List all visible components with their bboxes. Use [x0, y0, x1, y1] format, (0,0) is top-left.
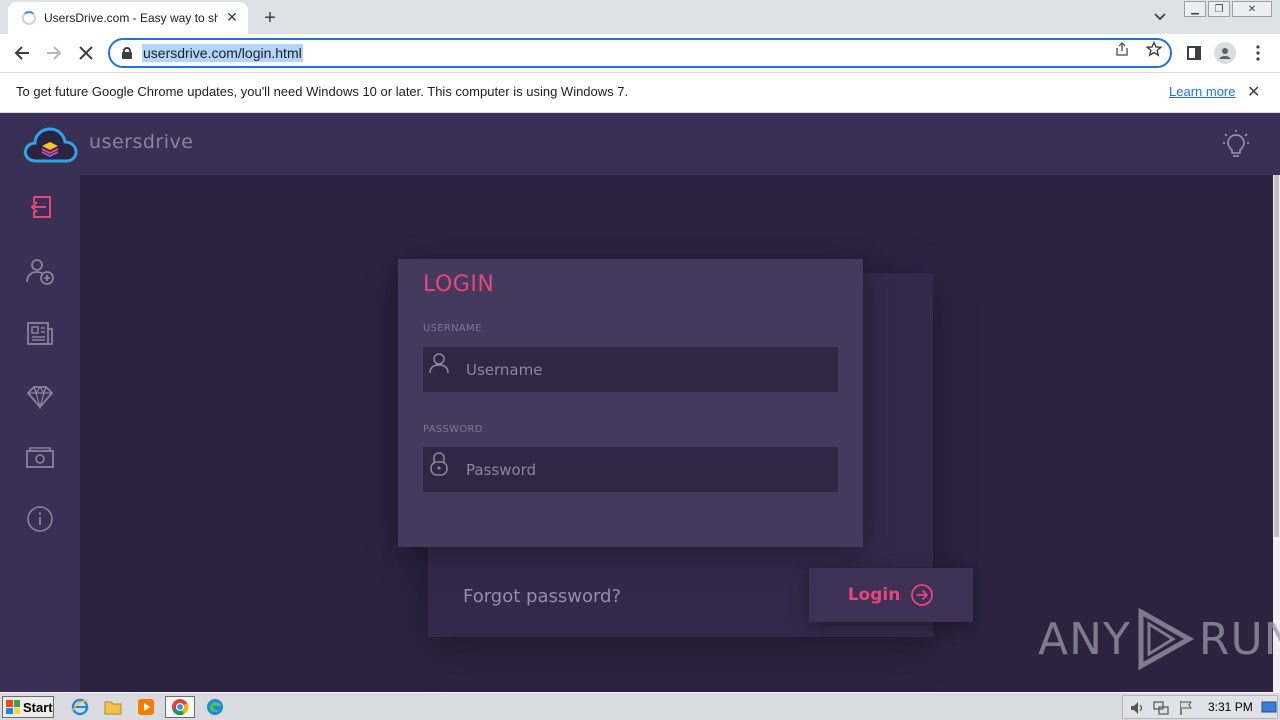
- start-label: Start: [23, 699, 53, 715]
- lightbulb-icon[interactable]: [1222, 129, 1250, 159]
- window-close-button[interactable]: ✕: [1232, 1, 1272, 17]
- new-tab-button[interactable]: +: [258, 6, 282, 30]
- web-page: usersdrive LOGIN USERNAME Username PASSW…: [0, 113, 1280, 692]
- username-input[interactable]: [466, 360, 826, 379]
- restore-button[interactable]: ❐: [1208, 1, 1230, 17]
- windows-taskbar: Start 3:31 PM: [0, 692, 1280, 720]
- watermark-text-right: RUN: [1198, 613, 1280, 665]
- system-tray: [1122, 695, 1278, 719]
- stop-loading-button[interactable]: [73, 40, 99, 66]
- side-panel-icon[interactable]: [1183, 42, 1205, 64]
- user-icon: [429, 353, 449, 374]
- profile-avatar-icon[interactable]: [1214, 42, 1236, 64]
- cloud-logo-icon[interactable]: [22, 125, 78, 165]
- password-input[interactable]: [466, 460, 826, 479]
- minimize-button[interactable]: ▁: [1184, 1, 1206, 17]
- loading-spinner-icon: [22, 11, 36, 25]
- watermark-text-left: ANY: [1038, 613, 1131, 665]
- tab-search-chevron-icon[interactable]: [1150, 8, 1170, 26]
- play-logo-icon: [1138, 608, 1194, 670]
- tab-close-icon[interactable]: ✕: [224, 10, 240, 26]
- file-explorer-icon[interactable]: [101, 696, 125, 718]
- sign-in-icon[interactable]: [24, 191, 56, 223]
- back-button[interactable]: [9, 40, 35, 66]
- media-player-icon[interactable]: [134, 696, 158, 718]
- padlock-icon: [430, 452, 448, 476]
- anyrun-watermark: ANY RUN: [1038, 607, 1280, 671]
- bookmark-star-icon[interactable]: [1145, 40, 1163, 58]
- windows-flag-icon: [6, 700, 20, 714]
- login-button-label: Login: [847, 585, 901, 605]
- browser-toolbar: usersdrive.com/login.html: [0, 34, 1280, 72]
- diamond-icon[interactable]: [24, 380, 56, 412]
- password-field[interactable]: [423, 447, 838, 492]
- chrome-taskbar-icon[interactable]: [165, 696, 195, 718]
- add-user-icon[interactable]: [24, 255, 56, 287]
- login-card: LOGIN USERNAME PASSWORD: [398, 259, 863, 547]
- volume-icon[interactable]: [1129, 700, 1145, 720]
- login-title: LOGIN: [423, 272, 495, 297]
- password-label: PASSWORD: [423, 424, 483, 435]
- action-center-flag-icon[interactable]: [1178, 700, 1194, 720]
- taskbar-clock[interactable]: 3:31 PM: [1208, 700, 1253, 714]
- share-icon[interactable]: [1113, 40, 1131, 58]
- infobar-message: To get future Google Chrome updates, you…: [16, 84, 629, 99]
- login-button[interactable]: Login: [809, 568, 973, 622]
- show-desktop-icon[interactable]: [1261, 699, 1277, 719]
- network-icon[interactable]: [1153, 700, 1169, 720]
- brand-name[interactable]: usersdrive: [89, 131, 193, 153]
- start-button[interactable]: Start: [2, 696, 54, 718]
- internet-explorer-icon[interactable]: [68, 696, 92, 718]
- tab-strip: UsersDrive.com - Easy way to share ✕ + ▁…: [0, 0, 1280, 34]
- infobar-close-icon[interactable]: ✕: [1247, 82, 1260, 101]
- menu-dots-icon[interactable]: [1247, 42, 1269, 64]
- tab-title: UsersDrive.com - Easy way to share: [44, 11, 218, 25]
- news-icon[interactable]: [24, 317, 56, 349]
- arrow-circle-right-icon: [911, 584, 934, 606]
- forgot-password-link[interactable]: Forgot password?: [463, 586, 621, 607]
- scrollbar-thumb[interactable]: [1274, 175, 1279, 537]
- update-infobar: To get future Google Chrome updates, you…: [0, 72, 1280, 113]
- learn-more-link[interactable]: Learn more: [1169, 84, 1235, 99]
- forward-button[interactable]: [41, 40, 67, 66]
- address-bar[interactable]: usersdrive.com/login.html: [108, 38, 1172, 68]
- lock-icon[interactable]: [122, 47, 132, 59]
- username-field[interactable]: [423, 347, 838, 392]
- browser-tab[interactable]: UsersDrive.com - Easy way to share ✕: [8, 2, 248, 34]
- site-sidebar: [0, 175, 80, 692]
- info-icon[interactable]: [24, 503, 56, 535]
- url-text[interactable]: usersdrive.com/login.html: [142, 44, 303, 62]
- site-header: usersdrive: [0, 113, 1280, 175]
- cash-icon[interactable]: [24, 441, 56, 473]
- username-label: USERNAME: [423, 323, 482, 334]
- edge-icon[interactable]: [203, 696, 227, 718]
